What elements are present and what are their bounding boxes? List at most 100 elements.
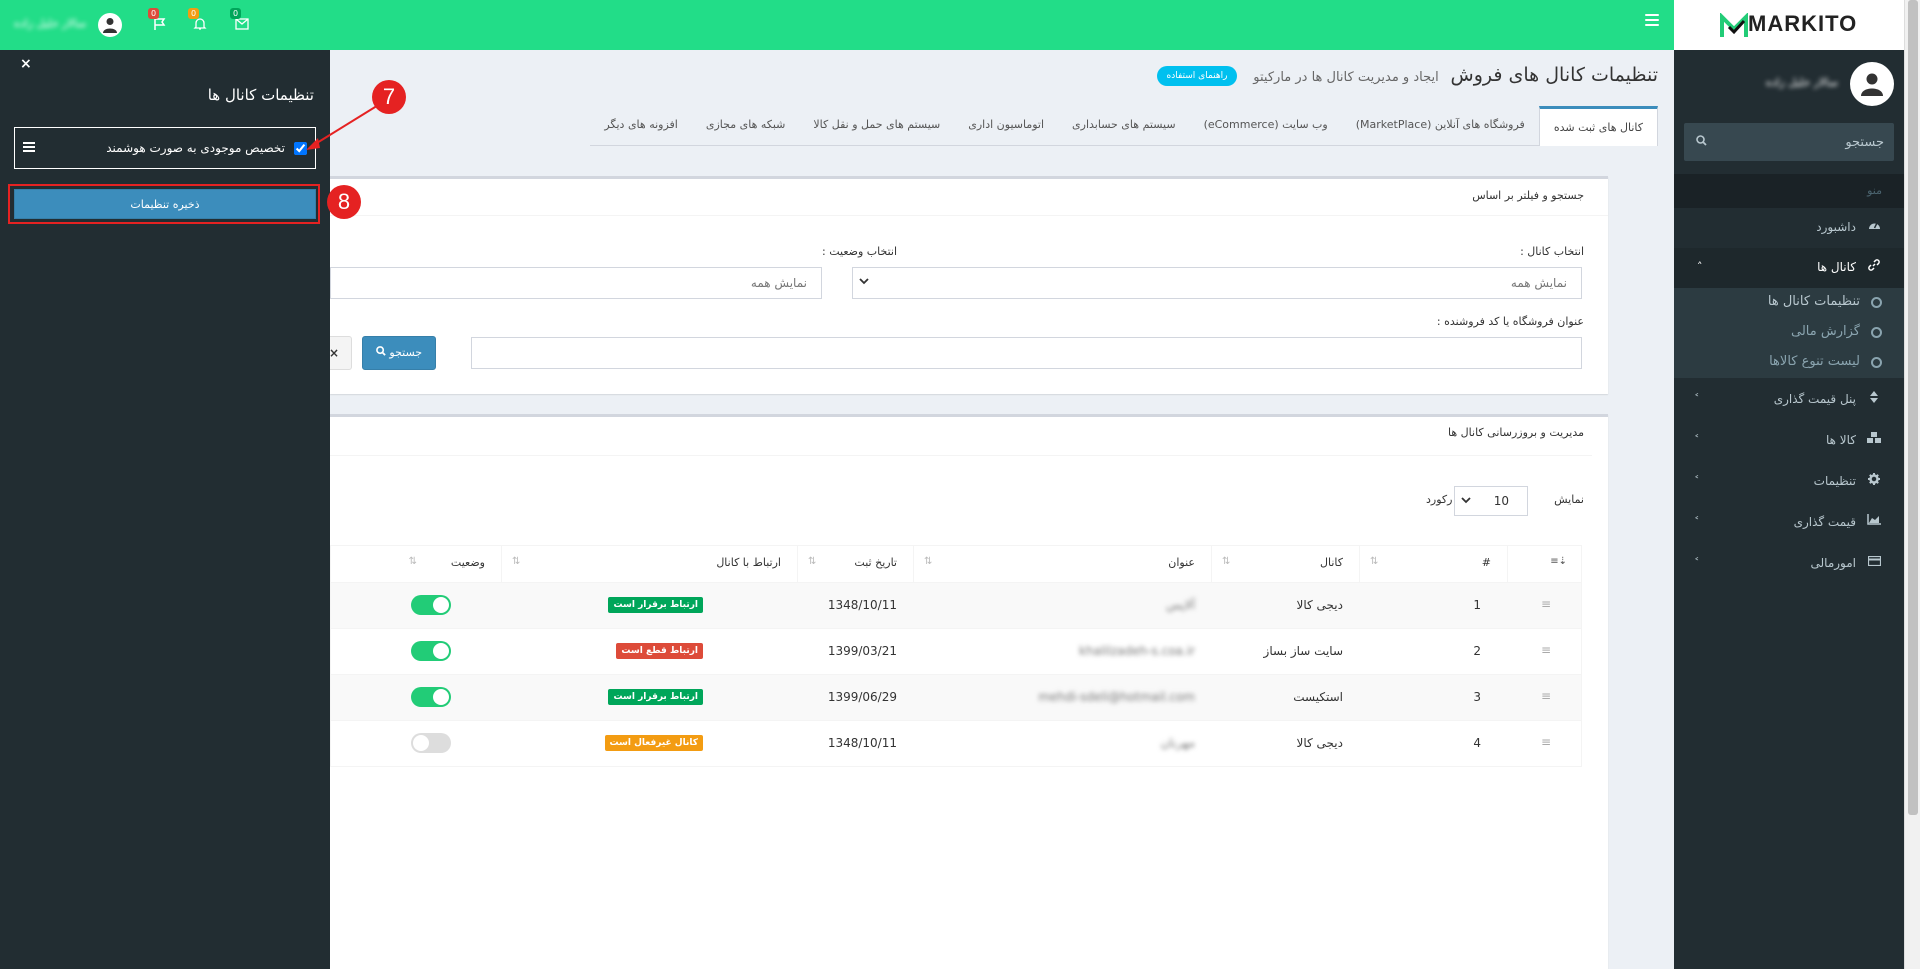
status-toggle[interactable] (411, 687, 451, 707)
cell-channel: دیجی کالا (1296, 598, 1343, 612)
chevron-down-icon (859, 274, 869, 291)
sidebar-menu-header: منو (1674, 174, 1904, 208)
step-marker-7: 7 (372, 80, 406, 114)
dashboard-icon (1866, 219, 1882, 233)
cell-channel: دیجی کالا (1296, 736, 1343, 750)
main-content: تنظیمات کانال های فروش ایجاد و مدیریت کا… (316, 50, 1674, 969)
page-size-select[interactable]: 10 (1454, 486, 1528, 516)
th-date[interactable]: تاریخ ثبت ⇅ (797, 546, 913, 582)
table-row[interactable]: ≡ 3 استکیست mehdi-sdeli@hotmail.com 1399… (331, 674, 1581, 720)
sidebar-toggle-icon[interactable] (1645, 14, 1659, 26)
chevron-left-icon: ˂ (1694, 392, 1700, 405)
filter-box: جستجو و فیلتر بر اساس انتخاب کانال : نما… (316, 176, 1608, 394)
th-number[interactable]: # ⇅ (1359, 546, 1507, 582)
chevron-left-icon: ˂ (1694, 556, 1700, 569)
th-title[interactable]: عنوان ⇅ (913, 546, 1211, 582)
sidebar-subitem-label: تنظیمات کانال ها (1767, 294, 1860, 309)
menu-icon[interactable] (23, 142, 35, 154)
th-status[interactable]: وضعیت ⇅ (329, 546, 501, 582)
store-title-input[interactable] (471, 337, 1582, 369)
manage-box-title: مدیریت و بروزرسانی کانال ها (1448, 426, 1584, 439)
sidebar-item-pricing[interactable]: قیمت گذاری ˂ (1674, 503, 1904, 543)
save-settings-button[interactable]: ذخیره تنظیمات (14, 189, 316, 219)
tab-registered-channels[interactable]: کانال های ثبت شده (1538, 106, 1658, 146)
cell-channel: استکیست (1293, 690, 1343, 704)
sidebar-item-finance[interactable]: امورمالی ˂ (1674, 544, 1904, 584)
sidebar-search-input[interactable] (1712, 131, 1884, 153)
status-toggle[interactable] (411, 641, 451, 661)
th-link[interactable]: ارتباط با کانال ⇅ (501, 546, 797, 582)
tab-marketplace[interactable]: فروشگاه های آنلاین (MarketPlace) (1342, 106, 1539, 146)
channel-tabs: کانال های ثبت شده فروشگاه های آنلاین (Ma… (590, 106, 1658, 146)
tab-shipping[interactable]: سیستم های حمل و نقل کالا (799, 106, 954, 146)
close-icon[interactable]: × (20, 56, 32, 72)
bell-icon[interactable]: 0 (188, 8, 210, 36)
status-toggle[interactable] (411, 733, 451, 753)
status-select[interactable]: نمایش همه (330, 267, 822, 299)
drag-handle-icon[interactable]: ≡ (1541, 735, 1551, 749)
chevron-left-icon: ˂ (1694, 433, 1700, 446)
help-button[interactable]: راهنمای استفاده (1156, 66, 1238, 86)
sidebar-subitem-channel-settings[interactable]: تنظیمات کانال ها (1674, 288, 1904, 318)
tab-office-automation[interactable]: اتوماسیون اداری (954, 106, 1058, 146)
sidebar-item-products[interactable]: کالا ها ˂ (1674, 421, 1904, 461)
cell-date: 1348/10/11 (827, 598, 897, 612)
sort-icon: ⇅ (1222, 556, 1231, 567)
drag-handle-icon[interactable]: ≡ (1541, 643, 1551, 657)
top-user-name[interactable]: سالار خلیل زاده (14, 17, 86, 30)
status-toggle[interactable] (411, 595, 451, 615)
sidebar-item-label: داشبورد (1816, 220, 1856, 234)
link-icon (1866, 259, 1882, 274)
channel-select[interactable]: نمایش همه (852, 267, 1582, 299)
status-badge: ارتباط برقرار است (608, 689, 703, 705)
sidebar-item-pricing-panel[interactable]: پنل قیمت گذاری ˂ (1674, 380, 1904, 420)
flag-badge: 0 (148, 8, 159, 19)
tab-ecommerce[interactable]: وب سایت (eCommerce) (1190, 106, 1342, 146)
logo[interactable]: MARKITO (1674, 0, 1904, 50)
sidebar-item-settings[interactable]: تنظیمات ˂ (1674, 462, 1904, 502)
search-icon[interactable] (1696, 135, 1707, 149)
sort-icon: ⇅ (808, 556, 817, 567)
sort-icon: ⇅ (408, 556, 417, 567)
scrollbar-thumb[interactable] (1908, 0, 1918, 815)
drag-handle-icon[interactable]: ≡ (1541, 597, 1551, 611)
sidebar-subitem-product-variants[interactable]: لیست تنوع کالاها (1674, 348, 1904, 378)
table-row[interactable]: ≡ 1 دیجی کالا آلاپس 1348/10/11 ارتباط بر… (331, 582, 1581, 628)
cell-title: mehdi-sdeli@hotmail.com (1038, 690, 1195, 704)
circle-icon (1871, 357, 1882, 368)
page-scrollbar[interactable] (1904, 0, 1920, 969)
table-row[interactable]: ≡ 2 سایت ساز بساز khalilzadeh-s.coa.ir 1… (331, 628, 1581, 674)
channel-select-value: نمایش همه (1510, 276, 1567, 290)
th-channel[interactable]: کانال ⇅ (1211, 546, 1359, 582)
table-row[interactable]: ≡ 4 دیجی کالا مهرنان 1348/10/11 کانال غی… (331, 720, 1581, 766)
flag-icon[interactable]: 0 (148, 8, 170, 36)
cell-date: 1399/03/21 (827, 644, 897, 658)
sidebar-item-label: تنظیمات (1813, 474, 1856, 488)
manage-box: مدیریت و بروزرسانی کانال ها نمایش 10 رکو… (330, 414, 1608, 969)
sidebar-item-dashboard[interactable]: داشبورد (1674, 208, 1904, 248)
sidebar-subitem-financial-report[interactable]: گزارش مالی (1674, 318, 1904, 348)
cell-title: مهرنان (1160, 736, 1195, 750)
envelope-icon[interactable]: 0 (230, 8, 252, 36)
status-badge: ارتباط برقرار است (608, 597, 703, 613)
chevron-up-icon: ˄ (1697, 260, 1703, 273)
drag-handle-icon[interactable]: ≡ (1541, 689, 1551, 703)
cell-number: 2 (1473, 644, 1481, 658)
cell-title: آلاپس (1166, 598, 1195, 612)
cell-date: 1348/10/11 (827, 736, 897, 750)
sidebar-item-channels[interactable]: کانال ها ˄ (1674, 248, 1904, 288)
tab-social-networks[interactable]: شبکه های مجازی (692, 106, 800, 146)
th-drag[interactable]: ⇣≡ (1507, 546, 1581, 582)
user-avatar[interactable] (98, 13, 122, 37)
status-badge: ارتباط قطع است (616, 643, 703, 659)
search-button[interactable]: جستجو (362, 336, 436, 370)
chevron-down-icon (1461, 493, 1471, 510)
page-title: تنظیمات کانال های فروش (1450, 64, 1658, 86)
cubes-icon (1866, 432, 1882, 447)
circle-icon (1871, 327, 1882, 338)
tab-accounting[interactable]: سیستم های حسابداری (1058, 106, 1190, 146)
sort-icon: ⇅ (1370, 556, 1379, 567)
status-badge: کانال غیرفعال است (604, 735, 703, 751)
search-icon (375, 346, 386, 356)
tab-other-plugins[interactable]: افزونه های دیگر (590, 106, 692, 146)
